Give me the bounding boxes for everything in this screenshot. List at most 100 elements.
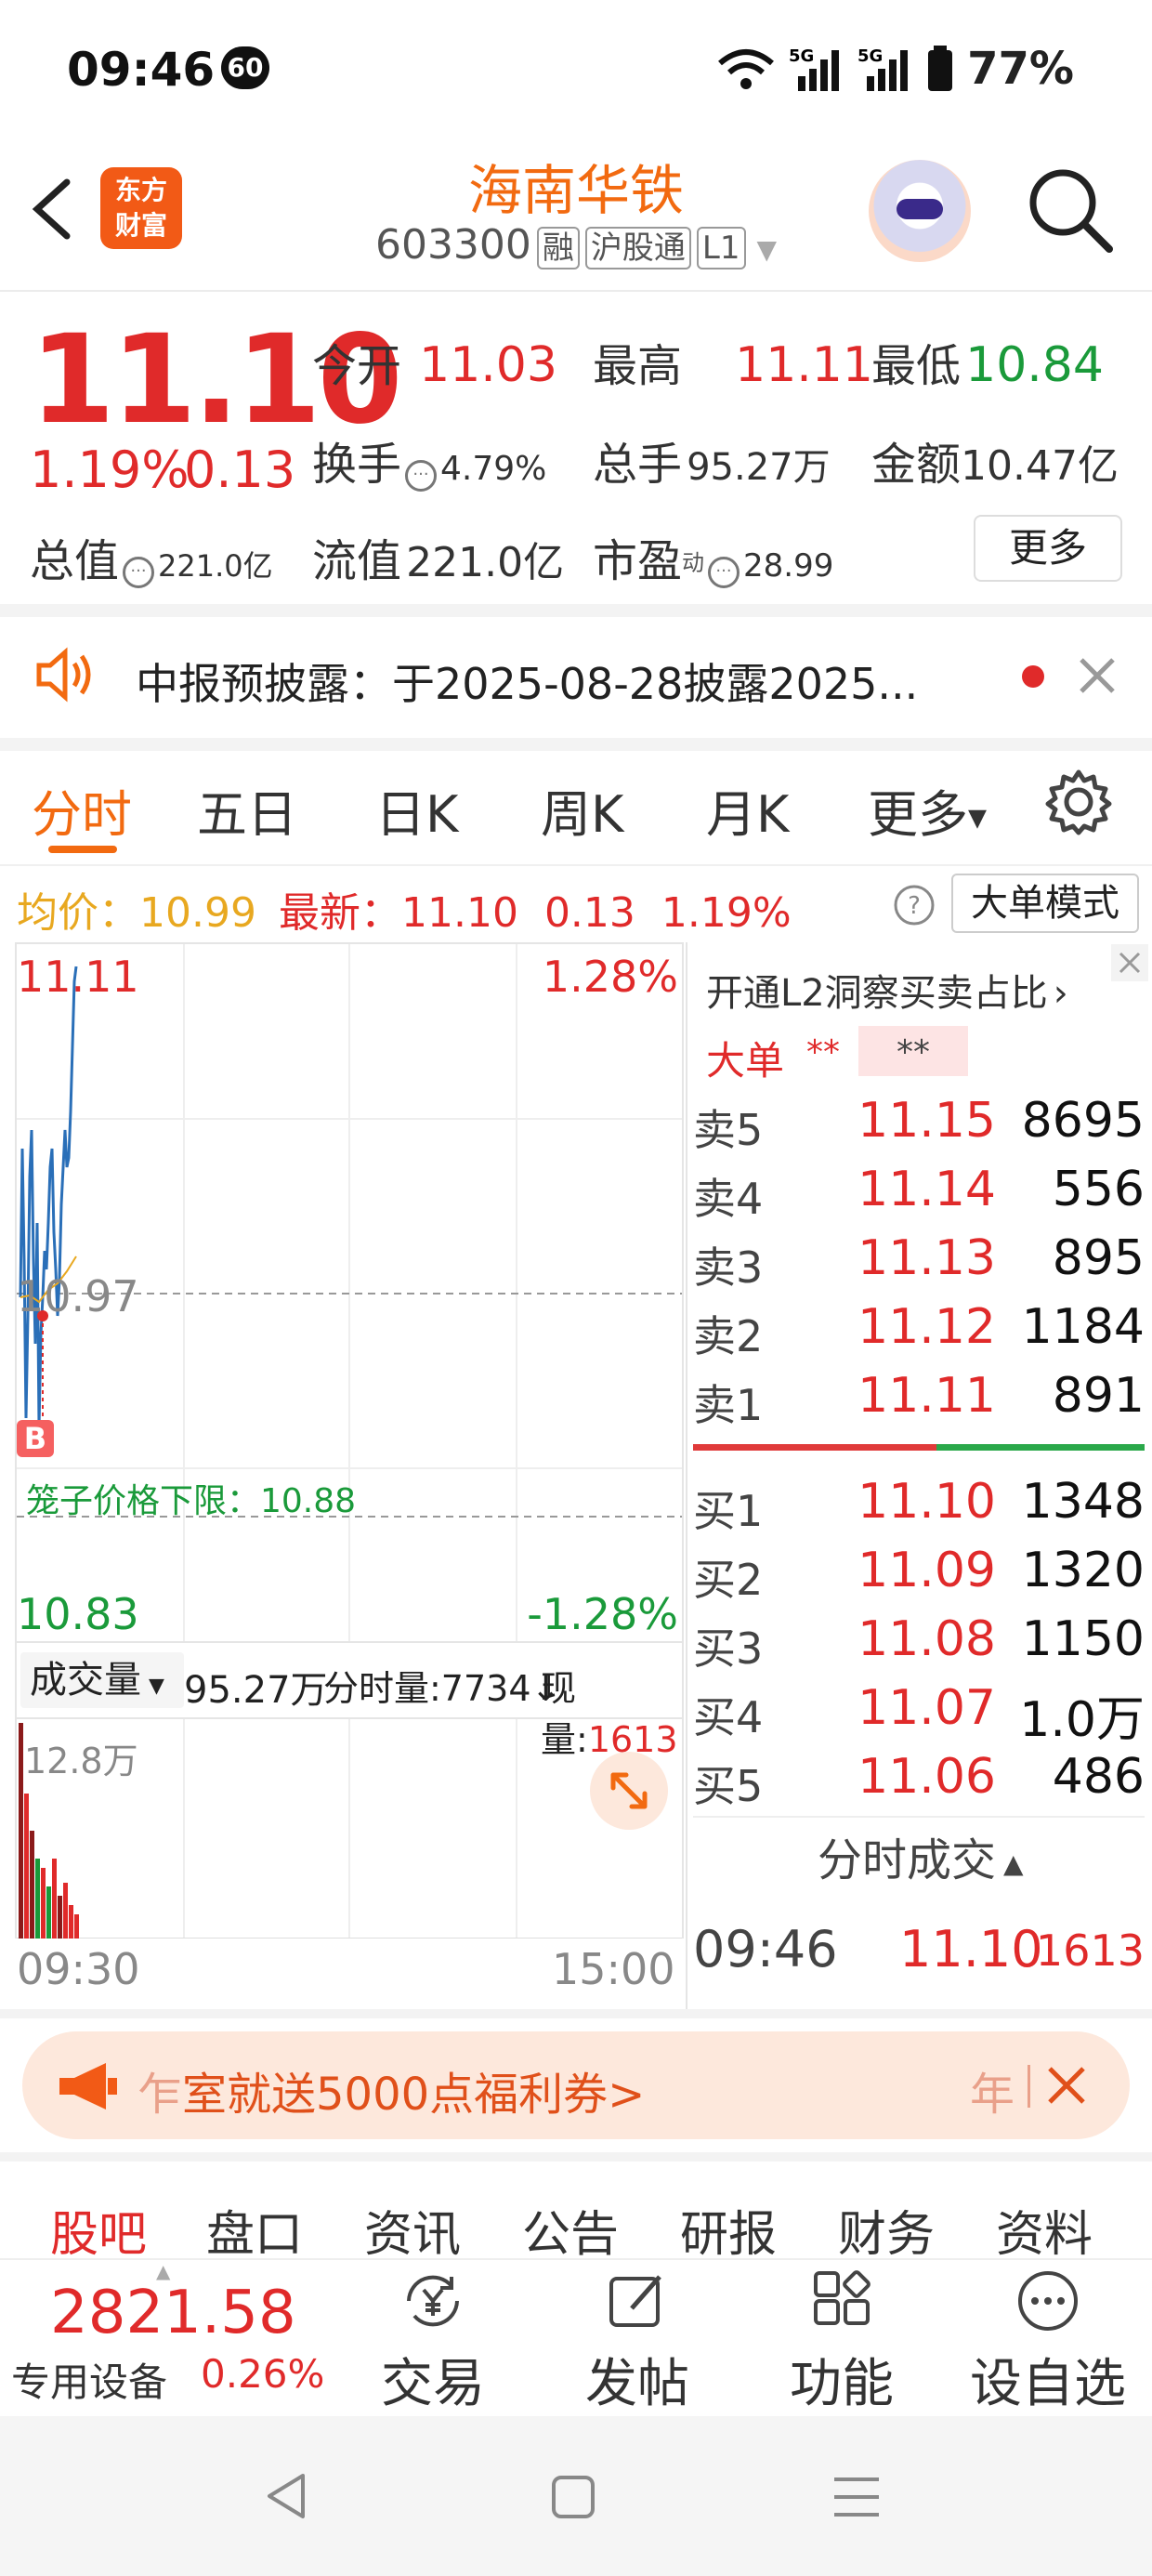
stock-code-line[interactable]: 603300 融沪股通 L1 ▼ [0,221,1152,269]
nav-post[interactable]: 发帖 [544,2267,730,2417]
l2-upgrade-link[interactable]: 开通L2洞察买卖占比 › [706,963,1068,1017]
divider [0,290,1152,292]
intraday-info-line: 均价：10.99 最新：11.10 0.13 1.19% [17,879,792,939]
search-icon[interactable] [1026,165,1115,255]
tab-guba[interactable]: 股吧 [50,2195,147,2265]
battery-icon [928,46,953,91]
promo-banner[interactable]: 乍 室就送5000点福利券> 年 [22,2031,1130,2139]
tag-connect: 沪股通 [584,227,691,269]
expand-icon[interactable] [587,1749,671,1833]
pe-label: 市盈 [593,535,683,587]
ask-row-2[interactable]: 卖2 11.12 1184 [693,1299,1145,1368]
svg-text:5G: 5G [789,46,814,66]
tab-intraday[interactable]: 分时 [32,773,132,847]
tab-research[interactable]: 研报 [680,2195,777,2265]
tab-daily-k[interactable]: 日K [375,773,458,847]
system-back-icon[interactable] [260,2470,312,2522]
open-label: 今开 [312,340,402,392]
stock-name[interactable]: 海南华铁 [0,147,1152,225]
bid-row-5[interactable]: 买5 11.06 486 [693,1749,1145,1818]
notice-text[interactable]: 中报预披露：于2025-08-28披露2025... [136,651,918,712]
tab-weekly-k[interactable]: 周K [541,773,623,847]
signal-5g-icon-2: 5G [857,46,909,91]
nav-post-label: 发帖 [585,2354,689,2414]
tab-financials[interactable]: 财务 [838,2195,935,2265]
system-menu-icon[interactable] [832,2474,881,2520]
ask-row-5[interactable]: 卖5 11.15 8695 [693,1093,1145,1162]
pe-field: 市盈动 ··· 28.99 [593,524,833,589]
close-icon[interactable] [1044,2063,1089,2108]
volume-header: 成交量 ▼ 95.27万 分时量:7734↓ 现量:1613 [15,1643,684,1760]
buy-ratio-bar [936,1444,1145,1451]
volume-field: 总手 95.27万 [593,427,831,493]
volume-max-label: 12.8万 [24,1741,138,1781]
more-button[interactable]: 更多 [974,515,1122,582]
volume-label: 总手 [593,439,683,491]
bid-row-4[interactable]: 买4 11.07 1.0万 [693,1680,1145,1749]
volume-chart[interactable]: 12.8万 [15,1719,684,1939]
turnover-field: 换手 ··· 4.79% [312,427,546,493]
info-icon[interactable]: ··· [708,556,740,588]
bid-volume: 1348 [1021,1474,1145,1530]
bid-row-2[interactable]: 买2 11.09 1320 [693,1543,1145,1611]
system-home-icon[interactable] [550,2474,596,2520]
tab-monthly-k[interactable]: 月K [706,773,789,847]
close-icon[interactable] [1076,654,1119,697]
buy-b-marker[interactable]: B [17,1420,54,1457]
latest-pct: 1.19% [661,889,792,937]
signal-5g-icon: 5G [789,46,840,91]
info-icon[interactable]: ··· [123,556,155,588]
amount-field: 金额10.47亿 [871,427,1119,493]
big-order-label: 大单 [706,1038,785,1084]
mktcap-value: 221.0亿 [158,548,273,584]
help-icon[interactable]: ? [892,883,936,927]
high-label: 最高 [593,340,683,392]
sector-index-value[interactable]: 2821.58 [50,2279,296,2347]
caret-down-icon: ▼ [149,1675,164,1698]
tab-pankou[interactable]: 盘口 [206,2195,303,2265]
nav-add-watchlist[interactable]: 设自选 [955,2267,1141,2417]
bid-price: 11.09 [857,1543,996,1598]
tab-announcements[interactable]: 公告 [522,2195,619,2265]
bid-volume: 486 [1052,1749,1145,1805]
pe-sup: 动 [682,549,705,576]
tick-trades-label: 分时成交 [818,1834,997,1886]
bid-row-1[interactable]: 买1 11.10 1348 [693,1474,1145,1543]
tab-5day[interactable]: 五日 [197,773,297,847]
avg-label: 均价： [17,889,139,937]
nav-add-watchlist-label: 设自选 [970,2354,1126,2414]
ask-volume: 1184 [1021,1299,1145,1355]
tab-news[interactable]: 资讯 [364,2195,461,2265]
wifi-icon [718,49,775,89]
nav-functions[interactable]: 功能 [749,2267,935,2417]
tick-trades-toggle[interactable]: 分时成交 ▲ [818,1823,1024,1888]
divider-band [0,2152,1152,2162]
tick-time: 09:46 [693,1920,838,1978]
info-icon[interactable]: ··· [405,459,438,492]
bid-price: 11.06 [857,1749,996,1805]
assistant-robot-icon[interactable] [869,160,971,262]
latest-value: 11.10 [400,889,518,937]
tag-margin: 融 [536,227,580,269]
tick-row: 09:46 11.10 1613 [693,1920,1145,1985]
change-amount: 0.13 [184,440,296,499]
ask-row-1[interactable]: 卖1 11.11 891 [693,1368,1145,1437]
amount-label: 金额 [871,439,962,491]
ask-row-3[interactable]: 卖3 11.13 895 [693,1230,1145,1299]
tab-more[interactable]: 更多▼ [868,773,987,847]
low-value: 10.84 [965,337,1104,393]
close-icon[interactable] [1111,944,1148,981]
volume-selector[interactable]: 成交量 ▼ [20,1652,184,1708]
open-field: 今开 11.03 [312,329,557,394]
bid-row-3[interactable]: 买3 11.08 1150 [693,1611,1145,1680]
time-axis-start: 09:30 [17,1944,140,1994]
ask-label: 卖2 [693,1311,764,1361]
volume-total: 95.27万 [184,1669,328,1712]
big-order-mode-button[interactable]: 大单模式 [951,874,1139,933]
intraday-chart[interactable]: 11.11 1.28% 10.97 B 笼子价格下限：10.88 10.83 -… [15,942,684,1643]
ask-row-4[interactable]: 卖4 11.14 556 [693,1162,1145,1230]
settings-gear-icon[interactable] [1044,768,1113,836]
tab-profile[interactable]: 资料 [996,2195,1093,2265]
yen-exchange-icon [407,2275,459,2327]
nav-trade[interactable]: 交易 [340,2267,526,2417]
